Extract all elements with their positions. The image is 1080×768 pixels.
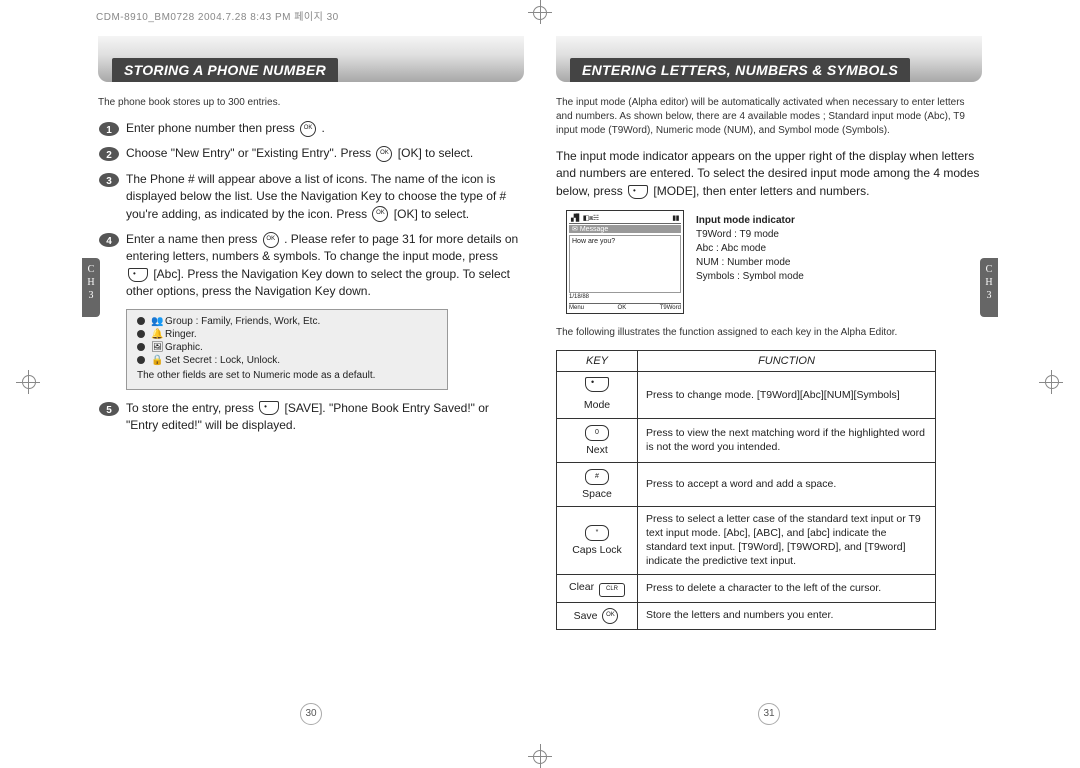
step-bullet-5: 5 [98, 401, 120, 417]
intro-note-left: The phone book stores up to 300 entries. [98, 96, 524, 110]
page-title-right: ENTERING LETTERS, NUMBERS & SYMBOLS [570, 58, 910, 82]
svg-text:4: 4 [106, 236, 112, 247]
key-clr-icon: CLR [599, 583, 625, 597]
indicator-figure: ▞▋◧⧈☵▮▮ ✉ Message How are you? 1/18/88 M… [566, 210, 982, 314]
screen-subtitle: ✉ Message [569, 225, 681, 233]
softkey-icon [128, 268, 148, 282]
table-row: #Space Press to accept a word and add a … [557, 462, 936, 506]
step-text-2: Choose "New Entry" or "Existing Entry". … [126, 145, 524, 162]
softkey-icon [259, 401, 279, 415]
softkey-icon [628, 185, 648, 199]
step-text-5: To store the entry, press [SAVE]. "Phone… [126, 400, 524, 435]
table-row: *Caps Lock Press to select a letter case… [557, 506, 936, 574]
mode-paragraph: The input mode indicator appears on the … [556, 148, 982, 200]
group-icon: 👥 [151, 316, 161, 326]
title-bar-left: STORING A PHONE NUMBER [98, 36, 524, 82]
table-row: Save OK Store the letters and numbers yo… [557, 602, 936, 629]
ok-icon: OK [263, 232, 279, 248]
screen-time: 1/18/88 [569, 294, 589, 300]
options-box: 👥Group : Family, Friends, Work, Etc. 🔔Ri… [126, 309, 448, 390]
step-bullet-2: 2 [98, 146, 120, 162]
step-bullet-4: 4 [98, 232, 120, 248]
chapter-tab-left: C H 3 [82, 258, 100, 317]
indicator-legend: Input mode indicator T9Word : T9 mode Ab… [696, 210, 804, 314]
table-note: The following illustrates the function a… [556, 326, 982, 340]
title-bar-right: ENTERING LETTERS, NUMBERS & SYMBOLS [556, 36, 982, 82]
crop-mark-left [28, 370, 29, 394]
page-number-left: 30 [300, 703, 322, 725]
table-row: Mode Press to change mode. [T9Word][Abc]… [557, 372, 936, 418]
ringer-icon: 🔔 [151, 329, 161, 339]
svg-text:3: 3 [106, 176, 112, 187]
step-bullet-3: 3 [98, 172, 120, 188]
table-header-key: KEY [557, 351, 638, 372]
page-spread: C H 3 STORING A PHONE NUMBER The phone b… [82, 28, 998, 735]
svg-text:2: 2 [106, 150, 112, 161]
key-hash-icon: # [585, 469, 609, 485]
indicator-title: Input mode indicator [696, 214, 804, 228]
status-icons: ◧⧈☵ [583, 214, 599, 223]
graphic-icon: 🖼 [151, 342, 161, 352]
crop-mark-bottom [528, 756, 552, 757]
step-text-4: Enter a name then press OK . Please refe… [126, 231, 524, 301]
crop-mark-right [1051, 370, 1052, 394]
ok-icon: OK [372, 206, 388, 222]
battery-icon: ▮▮ [672, 214, 679, 222]
step-4: 4 Enter a name then press OK . Please re… [98, 231, 524, 301]
key-function-table: KEY FUNCTION Mode Press to change mode. … [556, 350, 936, 629]
crop-mark-top [528, 12, 552, 13]
chapter-tab-right: C H 3 [980, 258, 998, 317]
signal-icon: ▞▋ [571, 214, 581, 222]
svg-text:5: 5 [106, 405, 112, 416]
phone-screen-illustration: ▞▋◧⧈☵▮▮ ✉ Message How are you? 1/18/88 M… [566, 210, 684, 314]
key-0-icon: 0 [585, 425, 609, 441]
lock-icon: 🔒 [151, 355, 161, 365]
step-1: 1 Enter phone number then press OK . [98, 120, 524, 137]
intro-note-right: The input mode (Alpha editor) will be au… [556, 96, 982, 138]
step-5: 5 To store the entry, press [SAVE]. "Pho… [98, 400, 524, 435]
step-text-1: Enter phone number then press OK . [126, 120, 524, 137]
step-3: 3 The Phone # will appear above a list o… [98, 171, 524, 223]
svg-text:1: 1 [106, 125, 112, 136]
softkey-icon [585, 377, 609, 392]
page-title-left: STORING A PHONE NUMBER [112, 58, 338, 82]
print-sheet: CDM-8910_BM0728 2004.7.28 8:43 PM 페이지 30… [0, 0, 1080, 763]
step-2: 2 Choose "New Entry" or "Existing Entry"… [98, 145, 524, 162]
ok-icon: OK [376, 146, 392, 162]
key-star-icon: * [585, 525, 609, 541]
page-right: C H 3 ENTERING LETTERS, NUMBERS & SYMBOL… [540, 28, 998, 735]
table-row: 0Next Press to view the next matching wo… [557, 418, 936, 462]
header-filename: CDM-8910_BM0728 2004.7.28 8:43 PM 페이지 30 [96, 8, 339, 23]
step-text-3: The Phone # will appear above a list of … [126, 171, 524, 223]
step-bullet-1: 1 [98, 121, 120, 137]
page-left: C H 3 STORING A PHONE NUMBER The phone b… [82, 28, 540, 735]
table-row: Clear CLR Press to delete a character to… [557, 574, 936, 602]
ok-icon: OK [300, 121, 316, 137]
ok-icon: OK [602, 608, 618, 624]
table-header-function: FUNCTION [638, 351, 936, 372]
screen-body: How are you? [569, 235, 681, 293]
page-number-right: 31 [758, 703, 780, 725]
